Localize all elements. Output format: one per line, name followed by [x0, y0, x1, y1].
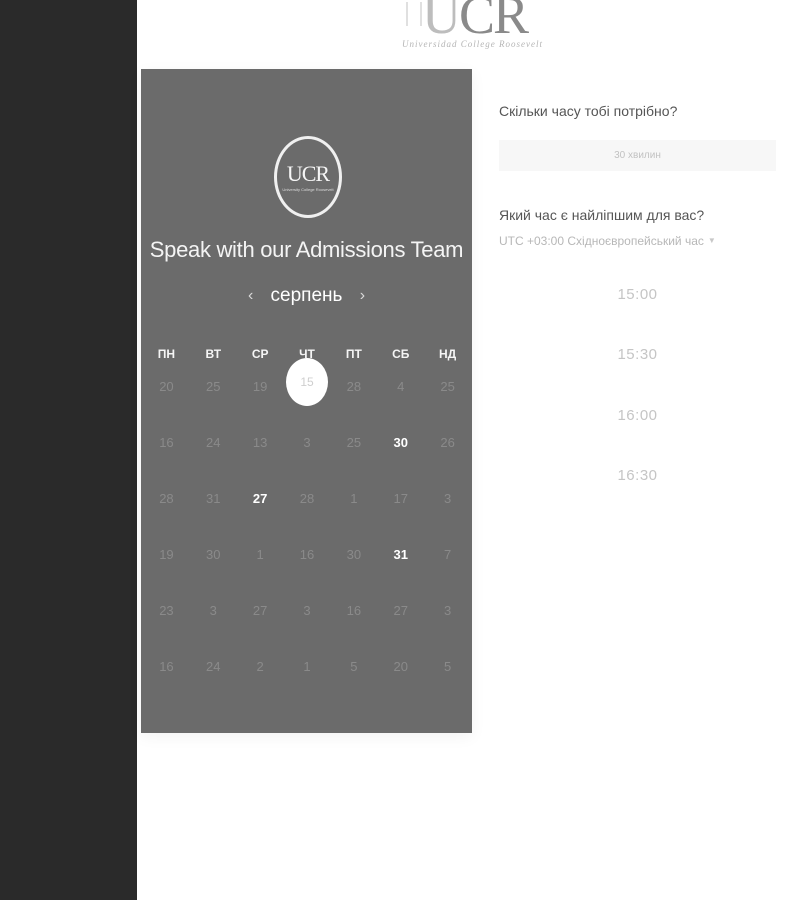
month-navigator: ‹ серпень ›: [141, 285, 472, 307]
calendar-day: 3: [303, 602, 311, 618]
calendar-day: 23: [159, 602, 174, 618]
calendar-day: 28: [346, 378, 362, 394]
calendar-day: 3: [443, 602, 452, 618]
duration-select[interactable]: 30 хвилин: [499, 140, 776, 171]
prev-month-button[interactable]: ‹: [248, 287, 253, 305]
calendar-day: 25: [346, 434, 362, 450]
caret-down-icon: ▼: [707, 236, 716, 245]
calendar-day: 16: [299, 546, 315, 562]
calendar-day: 20: [393, 658, 408, 674]
duration-question: Скільки часу тобі потрібно?: [499, 103, 678, 119]
logo-emblem-icon: [406, 2, 422, 26]
calendar-day: 3: [209, 602, 217, 618]
calendar-day: 5: [350, 658, 358, 674]
calendar-day: 3: [443, 490, 452, 506]
calendar-day: 25: [440, 378, 455, 394]
calendar-day: 16: [159, 658, 174, 674]
calendar-week-row: 23 3 27 3 16 27 3: [143, 582, 471, 638]
calendar-day: 5: [443, 658, 452, 674]
calendar-day: 16: [346, 602, 362, 618]
calendar-day: 28: [299, 490, 315, 506]
time-slot-list: 15:00 15:30 16:00 16:30: [499, 264, 776, 506]
calendar-day: 17: [393, 490, 408, 506]
calendar-day: 13: [252, 434, 268, 450]
calendar-day: 24: [206, 658, 221, 674]
time-slot[interactable]: 15:30: [499, 325, 776, 386]
calendar-title: Speak with our Admissions Team: [149, 237, 464, 262]
calendar-day: 25: [206, 378, 221, 394]
calendar-day: 4: [397, 378, 405, 394]
calendar-day-available[interactable]: 30: [377, 414, 424, 470]
calendar-day: 19: [252, 378, 268, 394]
calendar-week-row: 16 24 13 3 25 30 26: [143, 414, 471, 470]
day-grid: 20 25 19 15 28 4 25 16 24 13 3 25 30 26 28 31 27 28 1 17 3 19…: [143, 358, 471, 694]
next-month-button[interactable]: ›: [360, 287, 365, 305]
calendar-logo-text: UCR: [286, 161, 330, 186]
calendar-week-row: 16 24 2 1 5 20 5: [143, 638, 471, 694]
timezone-select[interactable]: UTC +03:00 Східноєвропейський час ▼: [499, 234, 716, 248]
calendar-day: 26: [440, 434, 455, 450]
time-question: Який час є найліпшим для вас?: [499, 207, 705, 223]
calendar-day: 1: [350, 490, 358, 506]
time-slot[interactable]: 15:00: [499, 264, 776, 325]
calendar-day: 30: [346, 546, 362, 562]
calendar-day: 27: [252, 602, 268, 618]
ucr-logo[interactable]: UCR Universidad College Roosevelt: [398, 0, 558, 54]
calendar-day: 2: [256, 658, 264, 674]
time-slot[interactable]: 16:30: [499, 446, 776, 507]
timezone-label: UTC +03:00 Східноєвропейський час: [499, 234, 704, 248]
logo-letters: UCR: [422, 0, 529, 45]
calendar-week-row: 28 31 27 28 1 17 3: [143, 470, 471, 526]
calendar-day: 24: [206, 434, 221, 450]
calendar-day: 7: [443, 546, 452, 562]
calendar-day: 28: [159, 490, 174, 506]
calendar-day: 16: [159, 434, 174, 450]
calendar-panel: UCR University College Roosevelt Speak w…: [141, 69, 472, 733]
left-sidebar: [0, 0, 137, 900]
calendar-day-selected[interactable]: 15: [284, 358, 331, 414]
calendar-week-row: 20 25 19 15 28 4 25: [143, 358, 471, 414]
calendar-day: 1: [303, 658, 311, 674]
calendar-day-available[interactable]: 31: [377, 526, 424, 582]
calendar-logo-sub: University College Roosevelt: [282, 187, 334, 192]
calendar-day: 31: [206, 490, 221, 506]
calendar-day: 3: [303, 434, 311, 450]
calendar-week-row: 19 30 1 16 30 31 7: [143, 526, 471, 582]
calendar-day: 19: [159, 546, 174, 562]
calendar-day-available[interactable]: 27: [237, 470, 284, 526]
logo-tagline: Universidad College Roosevelt: [402, 39, 543, 49]
month-label: серпень: [270, 285, 343, 306]
calendar-day: 1: [256, 546, 264, 562]
calendar-logo-badge: UCR University College Roosevelt: [274, 136, 342, 218]
calendar-day: 20: [159, 378, 174, 394]
time-slot[interactable]: 16:00: [499, 385, 776, 446]
calendar-day: 27: [393, 602, 408, 618]
calendar-day: 30: [206, 546, 221, 562]
